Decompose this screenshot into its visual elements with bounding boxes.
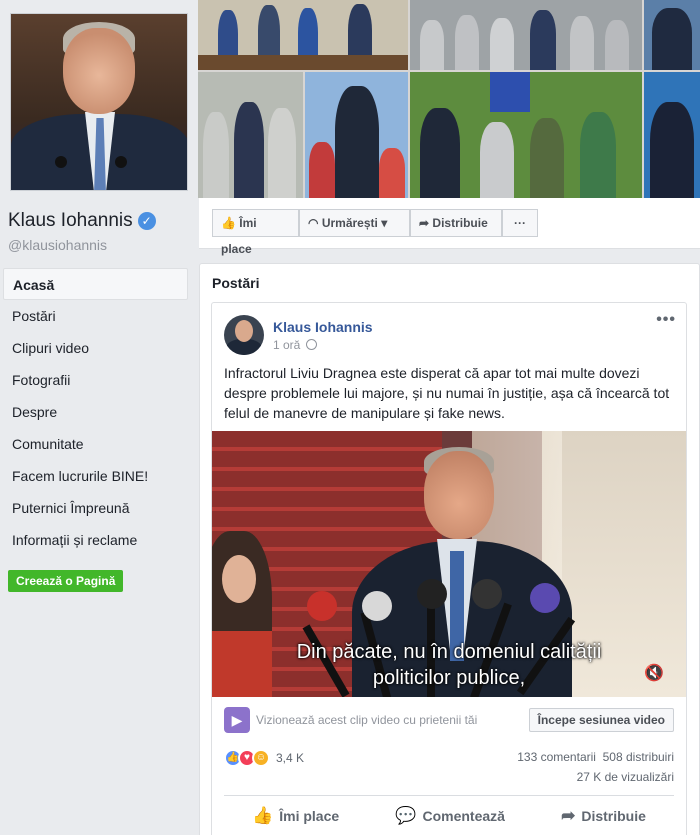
post-options-button[interactable]: ••• [656, 311, 676, 329]
cover-tile [410, 0, 642, 70]
nav-item-info-ads[interactable]: Informații și reclame [3, 524, 188, 556]
video-subtitle-line-1: Din păcate, nu în domeniul calității [296, 641, 602, 663]
nav-item-facem-lucrurile-bine[interactable]: Facem lucrurile BINE! [3, 460, 188, 492]
share-arrow-icon: ➦ [561, 806, 576, 825]
post-video[interactable]: Din păcate, nu în domeniul calității pol… [212, 431, 686, 697]
share-arrow-icon: ➦ [419, 216, 430, 230]
page-handle[interactable]: @klausiohannis [8, 237, 107, 253]
post-like-label: Îmi place [279, 808, 340, 824]
nav-item-posts[interactable]: Postări [3, 300, 188, 332]
video-subtitle-line-2: politicilor publice, [372, 667, 526, 689]
post-share-button[interactable]: ➦ Distribuie [561, 799, 646, 833]
profile-picture[interactable] [10, 13, 188, 191]
comment-bubble-icon: 💬 [395, 806, 417, 825]
comments-shares-stats: 133 comentarii 508 distribuiri [517, 750, 674, 764]
post-comment-label: Comentează [422, 808, 505, 824]
page-action-bar: 👍 Îmi place ◠ Urmărești ▾ ➦ Distribuie ·… [199, 198, 700, 256]
page-nav: Acasă Postări Clipuri video Fotografii D… [3, 268, 188, 556]
views-count: 27 K de vizualizări [576, 770, 674, 784]
post-time-text[interactable]: 1 oră [273, 338, 300, 352]
reactions-count[interactable]: 3,4 K [276, 751, 304, 765]
divider [224, 795, 674, 796]
thumbs-up-icon: 👍 [221, 216, 236, 230]
more-options-button[interactable]: ··· [502, 209, 538, 237]
post-author[interactable]: Klaus Iohannis [273, 319, 373, 335]
watch-party-icon: ▶ [224, 707, 250, 733]
cover-tile [305, 72, 408, 198]
verified-badge-icon: ✓ [137, 212, 156, 230]
cover-tile [410, 72, 642, 198]
cover-tile [644, 72, 700, 198]
post-comment-button[interactable]: 💬 Comentează [395, 799, 505, 833]
posts-section-title: Postări [212, 275, 260, 291]
rss-icon: ◠ [308, 216, 319, 230]
page-name[interactable]: Klaus Iohannis ✓ [8, 210, 156, 232]
chevron-down-icon: ▾ [381, 216, 388, 230]
volume-muted-icon[interactable]: 🔇 [644, 663, 664, 683]
post: Klaus Iohannis 1 oră ••• Infractorul Liv… [211, 302, 687, 835]
follow-button[interactable]: ◠ Urmărești ▾ [299, 209, 410, 237]
follow-label: Urmărești [321, 216, 378, 230]
nav-item-about[interactable]: Despre [3, 396, 188, 428]
nav-item-videos[interactable]: Clipuri video [3, 332, 188, 364]
comments-count[interactable]: 133 comentarii [517, 750, 596, 764]
post-share-label: Distribuie [581, 808, 646, 824]
cover-tile [644, 0, 700, 70]
page-name-text[interactable]: Klaus Iohannis [8, 210, 133, 232]
start-watch-party-button[interactable]: Începe sesiunea video [528, 708, 674, 732]
watch-party-bar: ▶ Vizionează acest clip video cu prieten… [224, 707, 674, 737]
thumbs-up-icon: 👍 [252, 806, 274, 825]
haha-icon: ☺ [252, 749, 270, 767]
post-action-bar: 👍 Îmi place 💬 Comentează ➦ Distribuie [224, 799, 674, 833]
watch-party-text: Vizionează acest clip video cu prietenii… [256, 713, 478, 727]
posts-section: Postări Klaus Iohannis 1 oră ••• Infract… [199, 263, 700, 835]
like-page-button[interactable]: 👍 Îmi place [212, 209, 299, 256]
nav-item-home[interactable]: Acasă [3, 268, 188, 300]
share-page-button[interactable]: ➦ Distribuie [410, 209, 502, 237]
cover-photo[interactable] [198, 0, 700, 198]
nav-item-photos[interactable]: Fotografii [3, 364, 188, 396]
cover-tile [198, 0, 408, 70]
shares-count[interactable]: 508 distribuiri [603, 750, 674, 764]
post-like-button[interactable]: 👍 Îmi place [252, 799, 339, 833]
cover-tile [198, 72, 303, 198]
nav-item-puternici-impreuna[interactable]: Puternici Împreună [3, 492, 188, 524]
author-avatar[interactable] [224, 315, 264, 355]
post-timestamp[interactable]: 1 oră [273, 338, 318, 352]
nav-item-community[interactable]: Comunitate [3, 428, 188, 460]
post-text: Infractorul Liviu Dragnea este disperat … [224, 365, 670, 421]
share-page-label: Distribuie [432, 216, 488, 230]
globe-icon [306, 339, 318, 350]
create-page-button[interactable]: Creează o Pagină [8, 570, 124, 592]
reactions-summary[interactable]: 👍 ♥ ☺ 3,4 K [224, 747, 304, 769]
